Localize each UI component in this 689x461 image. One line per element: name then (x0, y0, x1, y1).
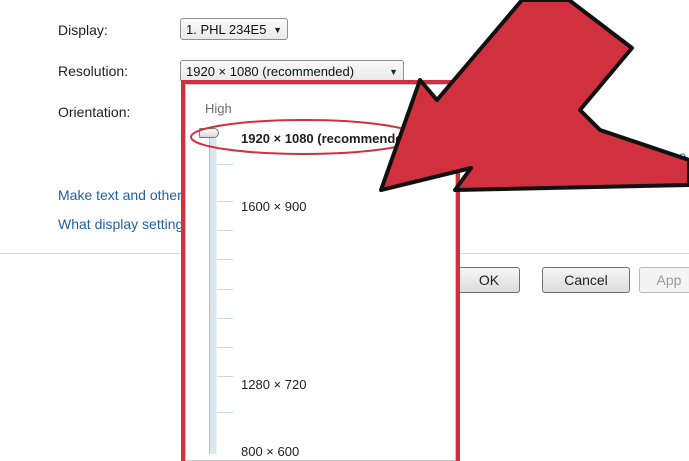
highlight-circle (190, 119, 418, 155)
annotation-overlay (190, 0, 689, 192)
arrow-icon (379, 0, 689, 192)
